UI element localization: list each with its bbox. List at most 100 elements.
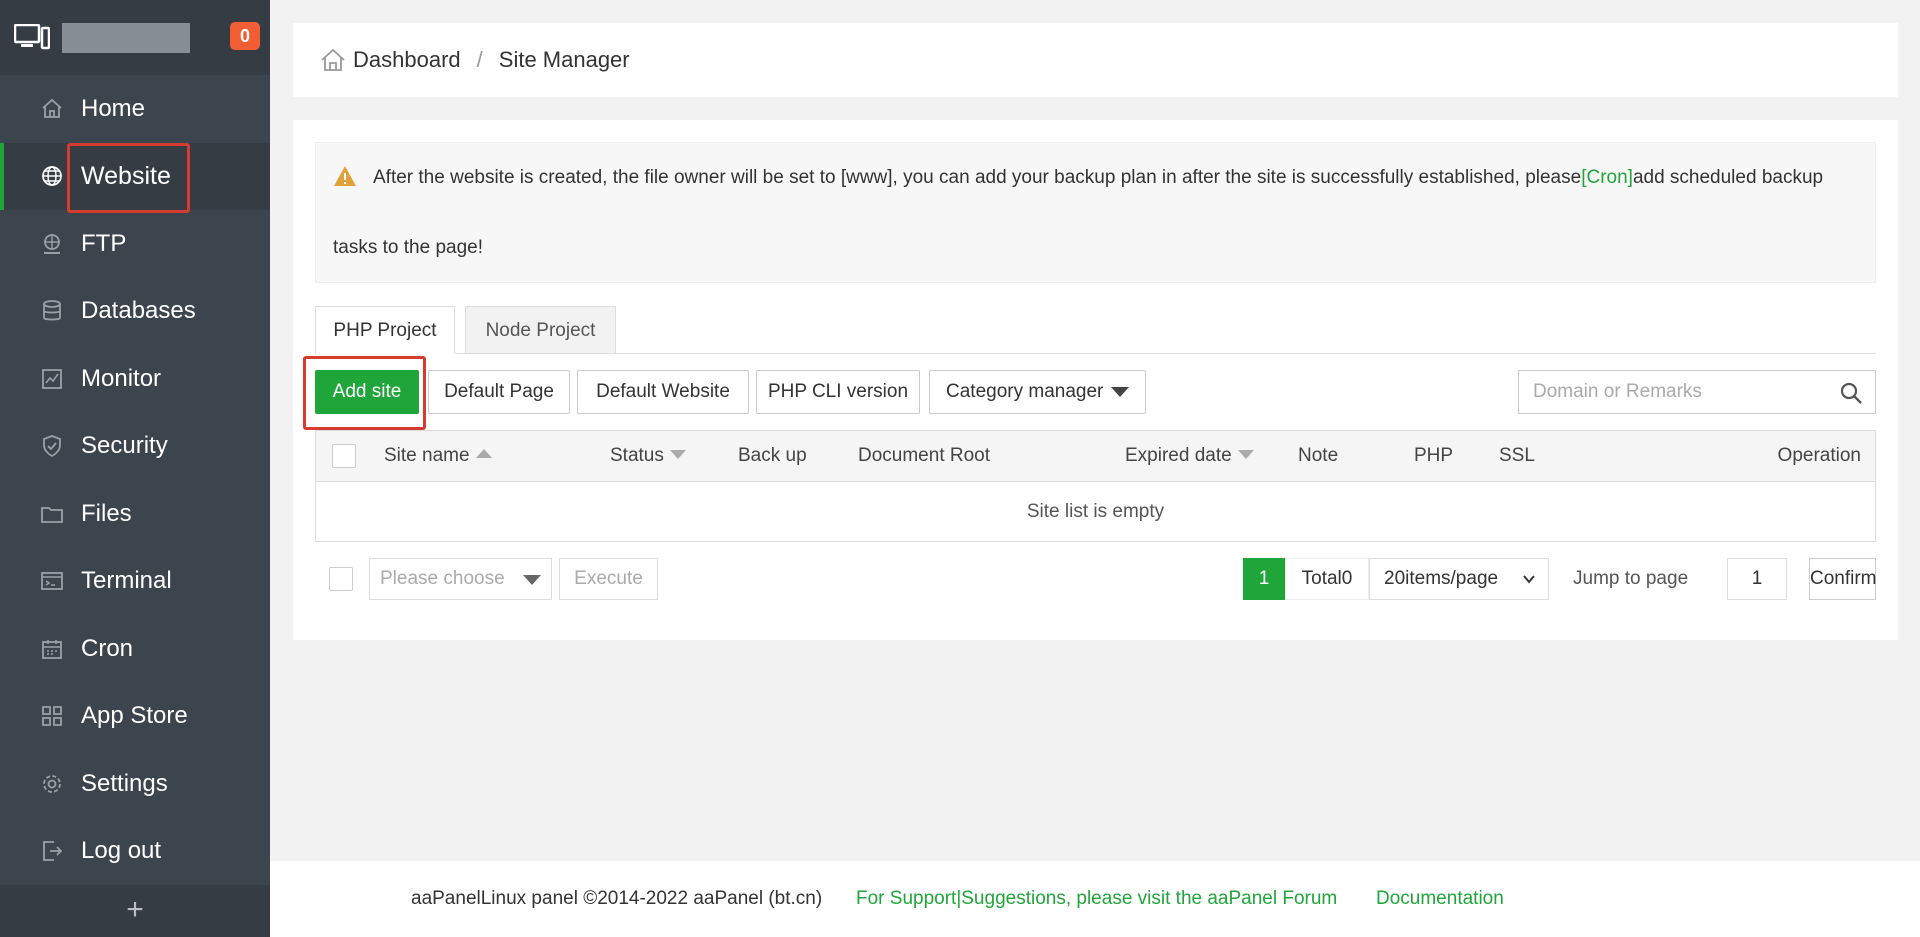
column-document-root: Document Root	[858, 445, 991, 466]
warning-icon	[334, 165, 356, 186]
sidebar-item-settings[interactable]: Settings	[0, 750, 270, 818]
php-cli-version-button[interactable]: PHP CLI version	[756, 370, 920, 414]
notice-line-2: tasks to the page!	[333, 237, 483, 258]
page-footer: aaPanelLinux panel ©2014-2022 aaPanel (b…	[270, 861, 1920, 937]
notice-text: After the website is created, the file o…	[373, 167, 1582, 188]
sidebar-item-label: Cron	[81, 634, 134, 662]
sidebar-header: 0	[0, 0, 270, 75]
database-icon	[40, 299, 64, 323]
ftp-icon	[40, 232, 64, 256]
column-site-name[interactable]: Site name	[384, 431, 492, 481]
default-website-button[interactable]: Default Website	[577, 370, 749, 414]
sidebar-item-files[interactable]: Files	[0, 480, 270, 548]
column-label: Status	[610, 445, 664, 466]
shield-icon	[40, 434, 64, 458]
select-all-checkbox[interactable]	[332, 444, 356, 468]
gear-icon	[40, 772, 64, 796]
terminal-icon	[40, 569, 64, 593]
add-site-button[interactable]: Add site	[315, 370, 419, 414]
tab-php-project[interactable]: PHP Project	[315, 306, 455, 354]
column-php: PHP	[1414, 445, 1454, 466]
column-label: Expired date	[1125, 445, 1232, 466]
default-page-button[interactable]: Default Page	[428, 370, 570, 414]
sidebar: 0 Home Website FTP Databases Monitor Sec…	[0, 0, 270, 937]
sort-desc-icon	[1237, 450, 1254, 460]
sidebar-item-home[interactable]: Home	[0, 75, 270, 143]
home-icon	[40, 97, 64, 121]
column-operation: Operation	[1777, 445, 1861, 466]
column-ssl: SSL	[1499, 445, 1535, 466]
documentation-link[interactable]: Documentation	[1376, 861, 1504, 937]
sidebar-item-app-store[interactable]: App Store	[0, 683, 270, 751]
grid-icon	[40, 704, 64, 728]
column-expired-date[interactable]: Expired date	[1125, 431, 1254, 481]
jump-page-input[interactable]: 1	[1727, 558, 1787, 600]
column-status[interactable]: Status	[610, 431, 686, 481]
search-box	[1518, 370, 1876, 414]
sidebar-item-label: Log out	[81, 837, 162, 865]
sidebar-item-ftp[interactable]: FTP	[0, 210, 270, 278]
jump-to-page-label: Jump to page	[1573, 568, 1689, 589]
sidebar-item-label: Home	[81, 94, 146, 122]
sidebar-item-label: Terminal	[81, 567, 172, 595]
computer-icon	[14, 24, 50, 50]
sidebar-item-label: Website	[81, 161, 171, 190]
table-header: Site name Status Back up Document Root E…	[316, 431, 1875, 482]
sidebar-item-website[interactable]: Website	[0, 142, 270, 210]
breadcrumb-dashboard-link[interactable]: Dashboard	[353, 47, 461, 73]
breadcrumb: Dashboard / Site Manager	[293, 23, 1898, 97]
home-icon[interactable]	[319, 46, 347, 74]
caret-down-icon	[523, 575, 541, 585]
sidebar-item-label: Settings	[81, 769, 168, 797]
breadcrumb-separator: /	[476, 47, 483, 72]
sidebar-item-cron[interactable]: Cron	[0, 615, 270, 683]
sidebar-nav: Home Website FTP Databases Monitor Secur…	[0, 75, 270, 885]
sidebar-item-monitor[interactable]: Monitor	[0, 345, 270, 413]
sidebar-item-label: Databases	[81, 297, 196, 325]
sidebar-item-logout[interactable]: Log out	[0, 818, 270, 886]
execute-button[interactable]: Execute	[559, 558, 658, 600]
sidebar-item-label: Files	[81, 499, 132, 527]
empty-list-message: Site list is empty	[1026, 501, 1165, 522]
tab-node-project[interactable]: Node Project	[465, 306, 616, 354]
category-manager-dropdown[interactable]: Category manager	[929, 370, 1146, 414]
notice-text-after: add scheduled backup	[1632, 167, 1824, 188]
monitor-icon	[40, 367, 64, 391]
batch-operation-select[interactable]: Please choose	[369, 558, 552, 600]
site-manager-panel: After the website is created, the file o…	[293, 120, 1898, 640]
items-per-page-label: 20items/page	[1384, 568, 1499, 589]
sidebar-add-button[interactable]: +	[0, 885, 270, 937]
globe-icon	[40, 164, 64, 188]
cron-link[interactable]: [Cron]	[1581, 167, 1633, 188]
search-icon[interactable]	[1839, 381, 1863, 405]
column-backup: Back up	[738, 445, 807, 466]
chevron-down-icon	[1523, 575, 1535, 584]
notification-badge[interactable]: 0	[230, 22, 260, 50]
items-per-page-select[interactable]: 20items/page	[1369, 558, 1549, 600]
logout-icon	[40, 839, 64, 863]
breadcrumb-current: Site Manager	[498, 47, 630, 72]
project-tabs: PHP Project Node Project	[315, 306, 1876, 354]
folder-icon	[40, 502, 64, 526]
sidebar-item-label: Security	[81, 432, 168, 460]
column-note: Note	[1298, 445, 1339, 466]
confirm-button[interactable]: Confirm	[1809, 558, 1877, 600]
column-label: Site name	[384, 445, 470, 466]
sort-asc-icon	[475, 449, 492, 459]
bulk-select-checkbox[interactable]	[329, 567, 353, 591]
sidebar-item-terminal[interactable]: Terminal	[0, 548, 270, 616]
sidebar-item-label: Monitor	[81, 364, 162, 392]
search-input[interactable]	[1519, 371, 1819, 413]
table-footer-bar: Please choose Execute 1 Total0 20items/p…	[315, 558, 1877, 602]
site-table: Site name Status Back up Document Root E…	[315, 430, 1876, 542]
calendar-icon	[40, 637, 64, 661]
notice-line-1: After the website is created, the file o…	[333, 143, 1875, 213]
sidebar-item-databases[interactable]: Databases	[0, 278, 270, 346]
sidebar-item-label: App Store	[81, 702, 188, 730]
page-number-current[interactable]: 1	[1243, 558, 1285, 600]
support-forum-link[interactable]: For Support|Suggestions, please visit th…	[856, 861, 1337, 937]
server-name-redacted	[62, 23, 190, 53]
backup-notice: After the website is created, the file o…	[315, 142, 1876, 283]
sidebar-item-security[interactable]: Security	[0, 413, 270, 481]
sidebar-item-label: FTP	[81, 229, 127, 257]
